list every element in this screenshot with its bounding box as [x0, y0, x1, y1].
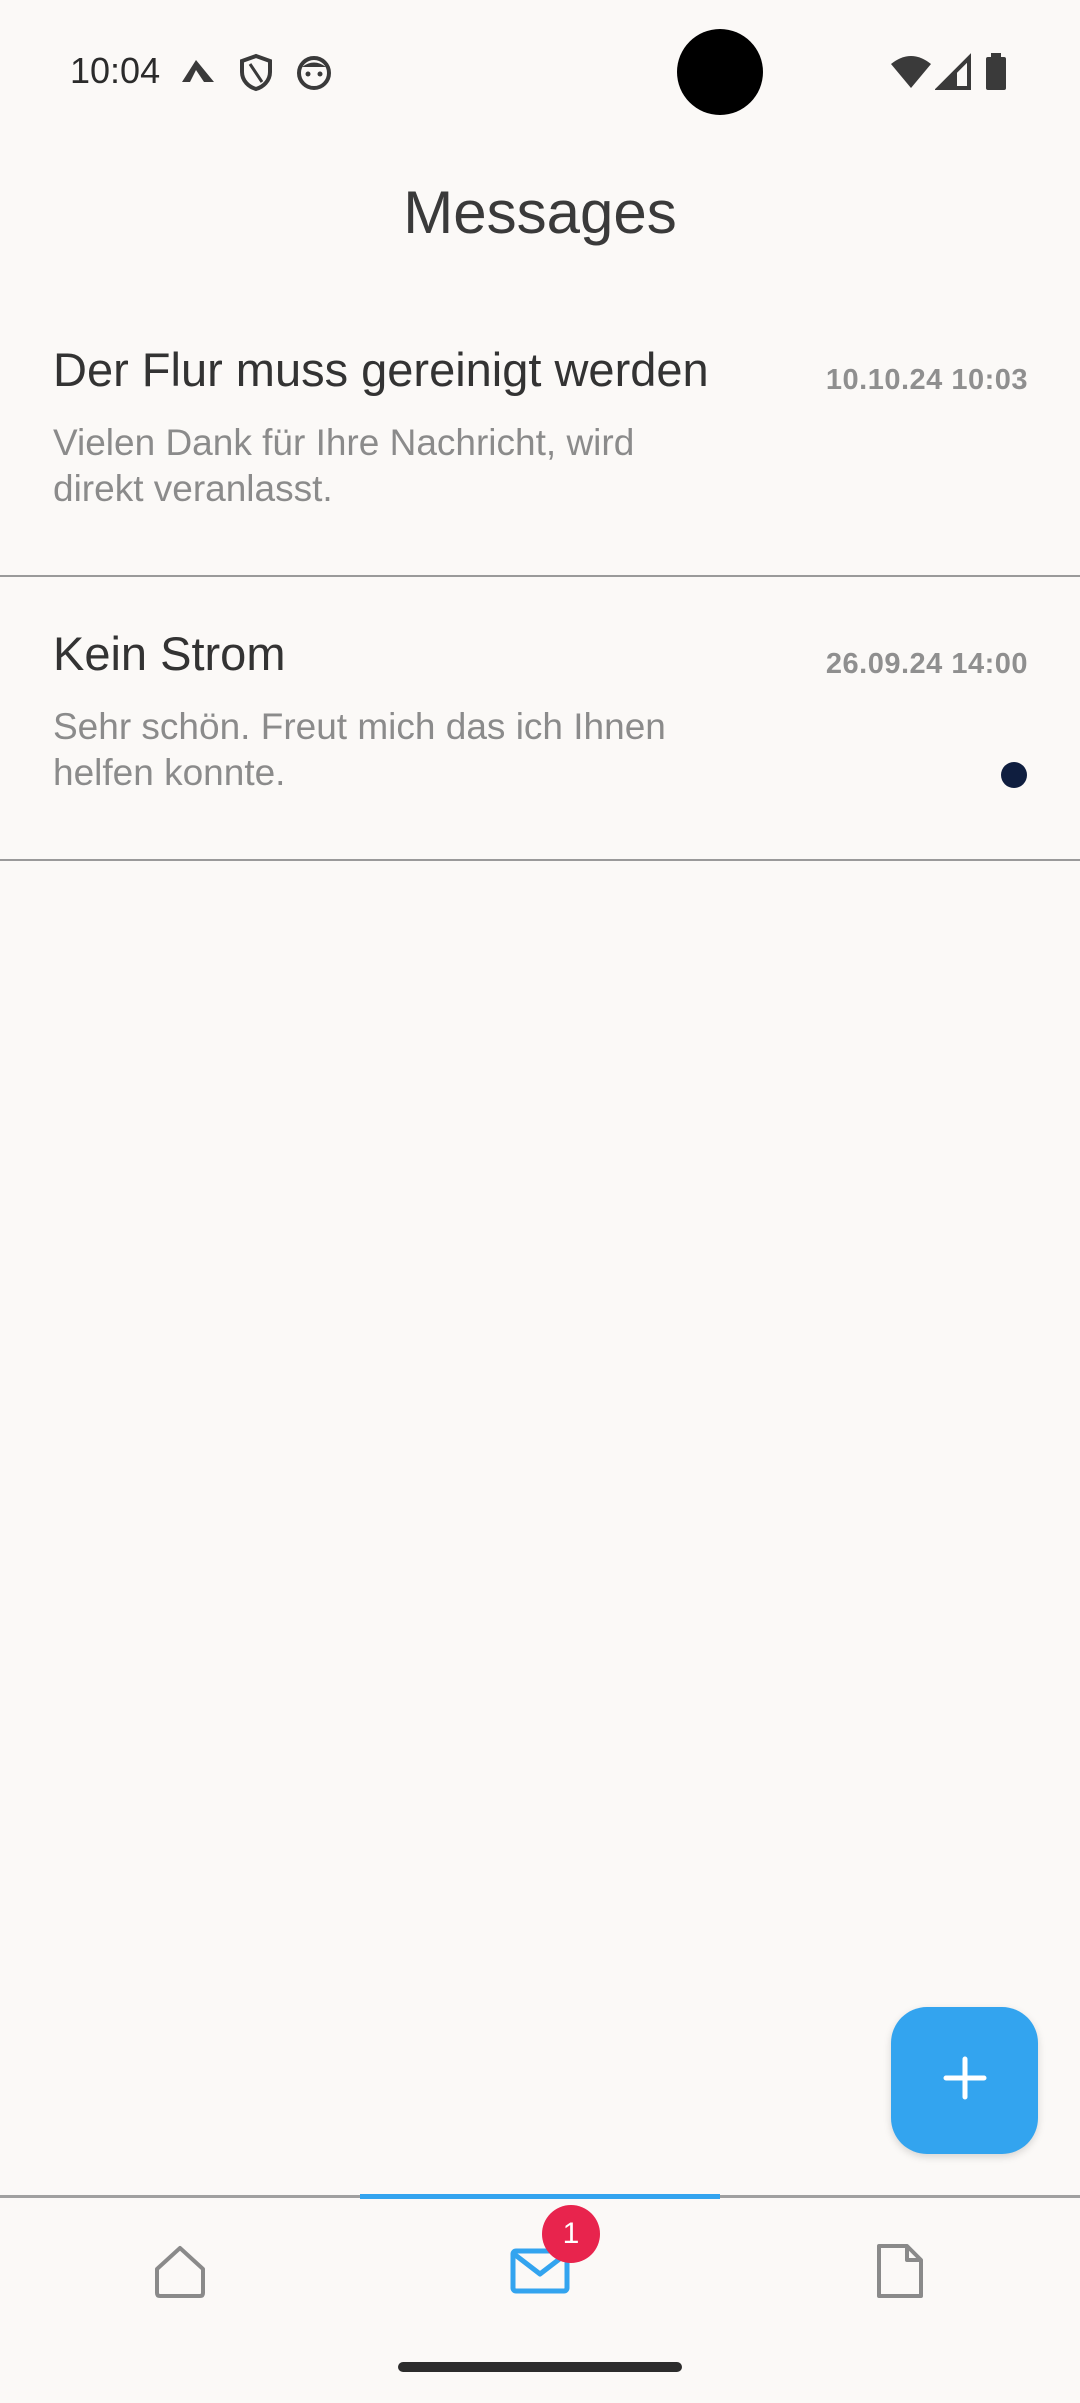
- document-icon: [875, 2242, 925, 2305]
- message-preview: Sehr schön. Freut mich das ich Ihnen hel…: [53, 706, 666, 793]
- message-date: 26.09.24 14:00: [825, 648, 1028, 680]
- status-time: 10:04: [70, 50, 161, 91]
- shield-icon: [236, 52, 276, 92]
- camera-cutout: [677, 29, 763, 115]
- wifi-icon: [890, 52, 931, 92]
- message-date: 10.10.24 10:03: [825, 364, 1028, 396]
- message-item[interactable]: Kein Strom Sehr schön. Freut mich das ic…: [0, 576, 1080, 861]
- unread-indicator: [1001, 762, 1027, 788]
- home-icon: [152, 2243, 208, 2304]
- message-item[interactable]: Der Flur muss gereinigt werden Vielen Da…: [0, 292, 1080, 577]
- message-title: Der Flur muss gereinigt werden: [53, 343, 709, 396]
- nav-home[interactable]: [0, 2198, 360, 2348]
- plus-icon: [940, 2053, 990, 2108]
- nav-messages[interactable]: [360, 2198, 720, 2348]
- battery-icon: [982, 52, 1022, 92]
- message-title: Kein Strom: [53, 627, 286, 680]
- navigation-arrow-icon: [178, 52, 218, 92]
- page-title: Messages: [403, 179, 677, 246]
- status-bar: 10:04: [0, 0, 1080, 145]
- nav-documents[interactable]: [720, 2198, 1080, 2348]
- unread-count-badge: 1: [542, 2205, 600, 2263]
- home-gesture-bar[interactable]: [398, 2362, 682, 2372]
- face-icon: [294, 52, 334, 92]
- message-preview: Vielen Dank für Ihre Nachricht, wird dir…: [53, 422, 635, 509]
- cellular-signal-icon: [934, 52, 975, 92]
- new-message-button[interactable]: [891, 2007, 1038, 2154]
